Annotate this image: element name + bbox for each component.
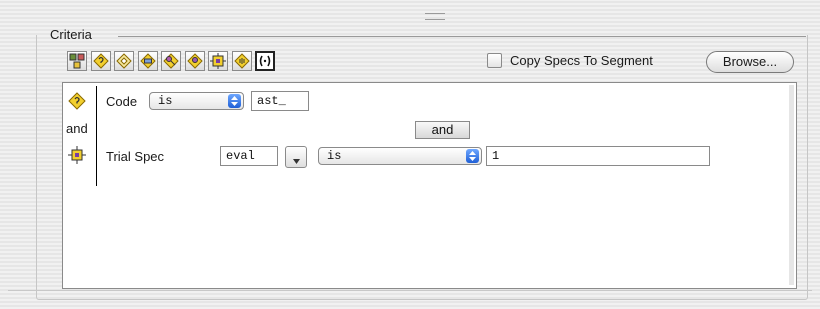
code-spec-button[interactable]	[90, 51, 111, 71]
row2-label: Trial Spec	[106, 149, 165, 164]
copy-specs-option: Copy Specs To Segment	[487, 53, 653, 68]
multi-spec-button[interactable]	[67, 51, 87, 71]
bottom-divider	[8, 290, 812, 291]
criteria-tree-line	[96, 86, 97, 186]
row2-spec-menu-button[interactable]	[285, 146, 307, 168]
row2-operator-select[interactable]: is	[318, 147, 482, 165]
diamond-spec-button[interactable]	[114, 51, 134, 71]
criteria-title: Criteria	[50, 27, 92, 42]
grid-diamond-button[interactable]	[137, 51, 158, 71]
browse-button[interactable]: Browse...	[706, 51, 794, 73]
diamond-spec-icon	[116, 53, 132, 69]
code-spec-icon	[68, 92, 86, 110]
row1-label: Code	[106, 94, 138, 109]
chevron-down-icon	[293, 159, 300, 164]
multi-spec-icon	[69, 53, 85, 69]
key-diamond-icon	[163, 53, 179, 69]
row2-value-field[interactable]: 1	[486, 146, 710, 166]
trial-spec-icon	[210, 53, 226, 69]
bracket-group-button[interactable]	[255, 51, 275, 71]
row1-value-field[interactable]: ast_	[251, 91, 309, 111]
copy-specs-label: Copy Specs To Segment	[510, 53, 653, 68]
chevron-updown-icon	[228, 94, 241, 108]
code-spec-icon	[92, 53, 109, 69]
row2-spec-field[interactable]: eval	[220, 146, 278, 166]
and-button[interactable]: and	[415, 121, 470, 139]
criteria-group-rule	[118, 36, 806, 37]
drag-grip-icon[interactable]	[425, 13, 445, 20]
trial-spec-icon	[68, 146, 86, 164]
chevron-updown-icon	[466, 149, 479, 163]
criteria-scrollbar[interactable]	[789, 85, 794, 285]
bars-diamond-button[interactable]	[231, 51, 252, 71]
trial-spec-button[interactable]	[208, 51, 228, 71]
bracket-group-icon	[259, 55, 271, 67]
grid-diamond-icon	[139, 53, 156, 69]
spec-toolbar	[67, 51, 279, 71]
pin-diamond-icon	[186, 53, 203, 69]
criteria-panel	[62, 82, 797, 289]
connector-and-label: and	[66, 121, 88, 136]
pin-diamond-button[interactable]	[184, 51, 205, 71]
bars-diamond-icon	[233, 53, 250, 69]
row1-operator-select[interactable]: is	[149, 92, 244, 110]
copy-specs-checkbox[interactable]	[487, 53, 502, 68]
key-diamond-button[interactable]	[161, 51, 181, 71]
